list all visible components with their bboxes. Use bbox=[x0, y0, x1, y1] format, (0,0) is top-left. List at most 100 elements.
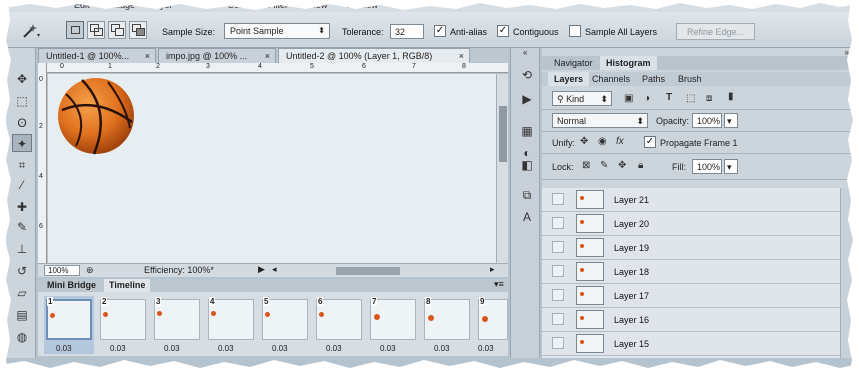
magic-wand-tool-preset-icon[interactable] bbox=[20, 22, 42, 40]
vertical-scrollbar[interactable] bbox=[496, 74, 508, 263]
frame-delay[interactable]: 0.03 bbox=[218, 344, 234, 353]
tab-histogram[interactable]: Histogram bbox=[600, 56, 657, 70]
visibility-toggle[interactable] bbox=[552, 193, 564, 205]
tab-paths[interactable]: Paths bbox=[636, 72, 671, 86]
filter-smart-object-icon[interactable]: ⧈ bbox=[706, 93, 712, 104]
frame-delay[interactable]: 0.03 bbox=[380, 344, 396, 353]
healing-brush-tool-icon[interactable]: ✚ bbox=[12, 198, 32, 216]
tab-channels[interactable]: Channels bbox=[586, 72, 636, 86]
animation-frame-5[interactable]: 5 0.03 bbox=[260, 296, 310, 354]
new-selection-icon[interactable] bbox=[66, 21, 84, 39]
filter-type-icon[interactable]: T bbox=[666, 92, 672, 103]
frame-delay[interactable]: 0.03 bbox=[110, 344, 126, 353]
lock-transparent-icon[interactable]: ⊠ bbox=[582, 160, 590, 171]
styles-panel-icon[interactable]: ◧ bbox=[519, 158, 535, 174]
play-arrow-icon[interactable]: ▶ bbox=[258, 264, 265, 275]
crop-tool-icon[interactable]: ⌗ bbox=[12, 156, 32, 174]
refine-edge-button[interactable]: Refine Edge... bbox=[676, 23, 756, 40]
filter-adjustment-icon[interactable]: ◑ bbox=[644, 93, 650, 104]
doc-tab-untitled-1[interactable]: Untitled-1 @ 100%... × bbox=[38, 48, 156, 63]
brush-tool-icon[interactable]: ✎ bbox=[12, 218, 32, 236]
animation-frame-2[interactable]: 2 0.03 bbox=[98, 296, 148, 354]
filter-toggle-icon[interactable]: ▮ bbox=[728, 91, 734, 102]
add-to-selection-icon[interactable] bbox=[87, 21, 105, 39]
visibility-toggle[interactable] bbox=[552, 265, 564, 277]
scroll-right-icon[interactable]: ▸ bbox=[490, 264, 495, 275]
zoom-level-input[interactable]: 100% bbox=[44, 265, 80, 276]
lock-position-icon[interactable]: ✥ bbox=[618, 160, 626, 171]
tolerance-input[interactable]: 32 bbox=[390, 24, 424, 39]
intersect-selection-icon[interactable] bbox=[129, 21, 147, 39]
animation-frame-7[interactable]: 7 0.03 bbox=[368, 296, 418, 354]
horizontal-scroll-thumb[interactable] bbox=[336, 267, 400, 275]
subtract-from-selection-icon[interactable] bbox=[108, 21, 126, 39]
marquee-tool-icon[interactable]: ⬚ bbox=[12, 92, 32, 110]
contiguous-checkbox[interactable]: ✓ bbox=[497, 25, 509, 37]
unify-visibility-icon[interactable]: ◉ bbox=[598, 136, 607, 147]
visibility-toggle[interactable] bbox=[552, 217, 564, 229]
history-brush-tool-icon[interactable]: ↺ bbox=[12, 262, 32, 280]
sample-all-layers-checkbox[interactable] bbox=[569, 25, 581, 37]
animation-frame-4[interactable]: 4 0.03 bbox=[206, 296, 256, 354]
frame-delay[interactable]: 0.03 bbox=[478, 344, 494, 353]
eraser-tool-icon[interactable]: ▱ bbox=[12, 284, 32, 302]
share-icon[interactable]: ⊛ bbox=[86, 265, 94, 276]
properties-panel-icon[interactable]: ▦ bbox=[519, 124, 535, 140]
gradient-tool-icon[interactable]: ▤ bbox=[12, 306, 32, 324]
magic-wand-tool-icon[interactable]: ✦ bbox=[12, 134, 32, 152]
panel-menu-icon[interactable]: ▾≡ bbox=[494, 279, 504, 290]
frame-delay[interactable]: 0.03 bbox=[56, 344, 72, 353]
sample-size-dropdown[interactable]: Point Sample ⬍ bbox=[224, 23, 330, 39]
tab-layers[interactable]: Layers bbox=[548, 72, 590, 86]
doc-tab-untitled-2[interactable]: Untitled-2 @ 100% (Layer 1, RGB/8) × bbox=[278, 48, 470, 63]
opacity-slider-icon[interactable]: ▾ bbox=[724, 113, 738, 128]
clone-source-icon[interactable]: ⧉ bbox=[519, 188, 535, 204]
document-canvas[interactable] bbox=[48, 74, 496, 263]
filter-shape-icon[interactable]: ⬚ bbox=[686, 93, 695, 104]
fill-input[interactable]: 100% bbox=[692, 159, 722, 174]
propagate-frame-checkbox[interactable]: ✓ bbox=[644, 136, 656, 148]
lock-brush-icon[interactable]: ✎ bbox=[600, 160, 608, 171]
visibility-toggle[interactable] bbox=[552, 241, 564, 253]
visibility-toggle[interactable] bbox=[552, 289, 564, 301]
unify-position-icon[interactable]: ✥ bbox=[580, 136, 588, 147]
eyedropper-tool-icon[interactable]: ⁄ bbox=[12, 176, 32, 194]
blur-tool-icon[interactable]: ◍ bbox=[12, 328, 32, 346]
history-panel-icon[interactable]: ⟲ bbox=[519, 68, 535, 84]
frame-delay[interactable]: 0.03 bbox=[326, 344, 342, 353]
animation-frame-6[interactable]: 6 0.03 bbox=[314, 296, 364, 354]
opacity-input[interactable]: 100% bbox=[692, 113, 722, 128]
animation-frame-9[interactable]: 9 0.03 bbox=[476, 296, 508, 354]
filter-pixel-icon[interactable]: ▣ bbox=[624, 93, 633, 104]
animation-frame-1[interactable]: 1 0.03 bbox=[44, 296, 94, 354]
anti-alias-checkbox[interactable]: ✓ bbox=[434, 25, 446, 37]
scroll-thumb[interactable] bbox=[499, 106, 507, 162]
layer-row[interactable]: Layer 17 bbox=[542, 284, 853, 308]
move-tool-icon[interactable]: ✥ bbox=[12, 70, 32, 88]
unify-style-icon[interactable]: fx bbox=[616, 136, 624, 147]
tab-timeline[interactable]: Timeline bbox=[104, 279, 151, 292]
tab-brush[interactable]: Brush bbox=[672, 72, 708, 86]
close-icon[interactable]: × bbox=[459, 51, 464, 61]
layer-row[interactable]: Layer 18 bbox=[542, 260, 853, 284]
layer-row[interactable]: Layer 16 bbox=[542, 308, 853, 332]
close-icon[interactable]: × bbox=[265, 51, 270, 61]
collapse-arrows-icon[interactable]: « bbox=[523, 48, 527, 57]
doc-tab-impo[interactable]: impo.jpg @ 100% ... × bbox=[158, 48, 276, 63]
frame-delay[interactable]: 0.03 bbox=[164, 344, 180, 353]
close-icon[interactable]: × bbox=[145, 51, 150, 61]
character-panel-icon[interactable]: A bbox=[519, 210, 535, 226]
blend-mode-dropdown[interactable]: Normal ⬍ bbox=[552, 113, 648, 128]
tab-mini-bridge[interactable]: Mini Bridge bbox=[42, 279, 101, 292]
tab-navigator[interactable]: Navigator bbox=[548, 56, 599, 70]
frame-delay[interactable]: 0.03 bbox=[272, 344, 288, 353]
actions-play-icon[interactable]: ▶ bbox=[519, 92, 535, 108]
visibility-toggle[interactable] bbox=[552, 313, 564, 325]
lock-all-icon[interactable]: 🔒︎ bbox=[638, 160, 643, 171]
filter-kind-dropdown[interactable]: ⚲ Kind ⬍ bbox=[552, 91, 612, 106]
fill-slider-icon[interactable]: ▾ bbox=[724, 159, 738, 174]
scroll-left-icon[interactable]: ◂ bbox=[272, 264, 277, 275]
animation-frame-3[interactable]: 3 0.03 bbox=[152, 296, 202, 354]
clone-stamp-tool-icon[interactable]: ⊥ bbox=[12, 240, 32, 258]
layer-row[interactable]: Layer 15 bbox=[542, 332, 853, 356]
